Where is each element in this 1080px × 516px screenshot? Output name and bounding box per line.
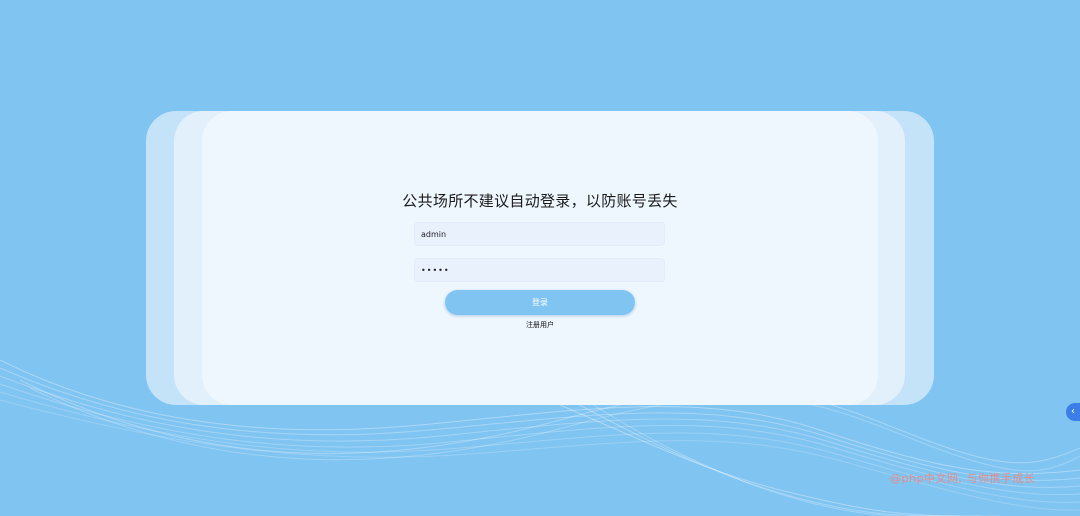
login-page: 公共场所不建议自动登录，以防账号丢失 登录 注册用户 ‹ @php中文网, 与你… (0, 0, 1080, 516)
login-title: 公共场所不建议自动登录，以防账号丢失 (402, 192, 678, 210)
chevron-left-icon: ‹ (1071, 406, 1075, 417)
login-button[interactable]: 登录 (445, 290, 635, 315)
watermark: @php中文网, 与你携手成长 (890, 472, 1036, 485)
password-input[interactable] (414, 258, 665, 282)
side-panel-toggle[interactable]: ‹ (1066, 403, 1080, 421)
register-user-link[interactable]: 注册用户 (0, 320, 1080, 330)
username-input[interactable] (414, 222, 665, 246)
